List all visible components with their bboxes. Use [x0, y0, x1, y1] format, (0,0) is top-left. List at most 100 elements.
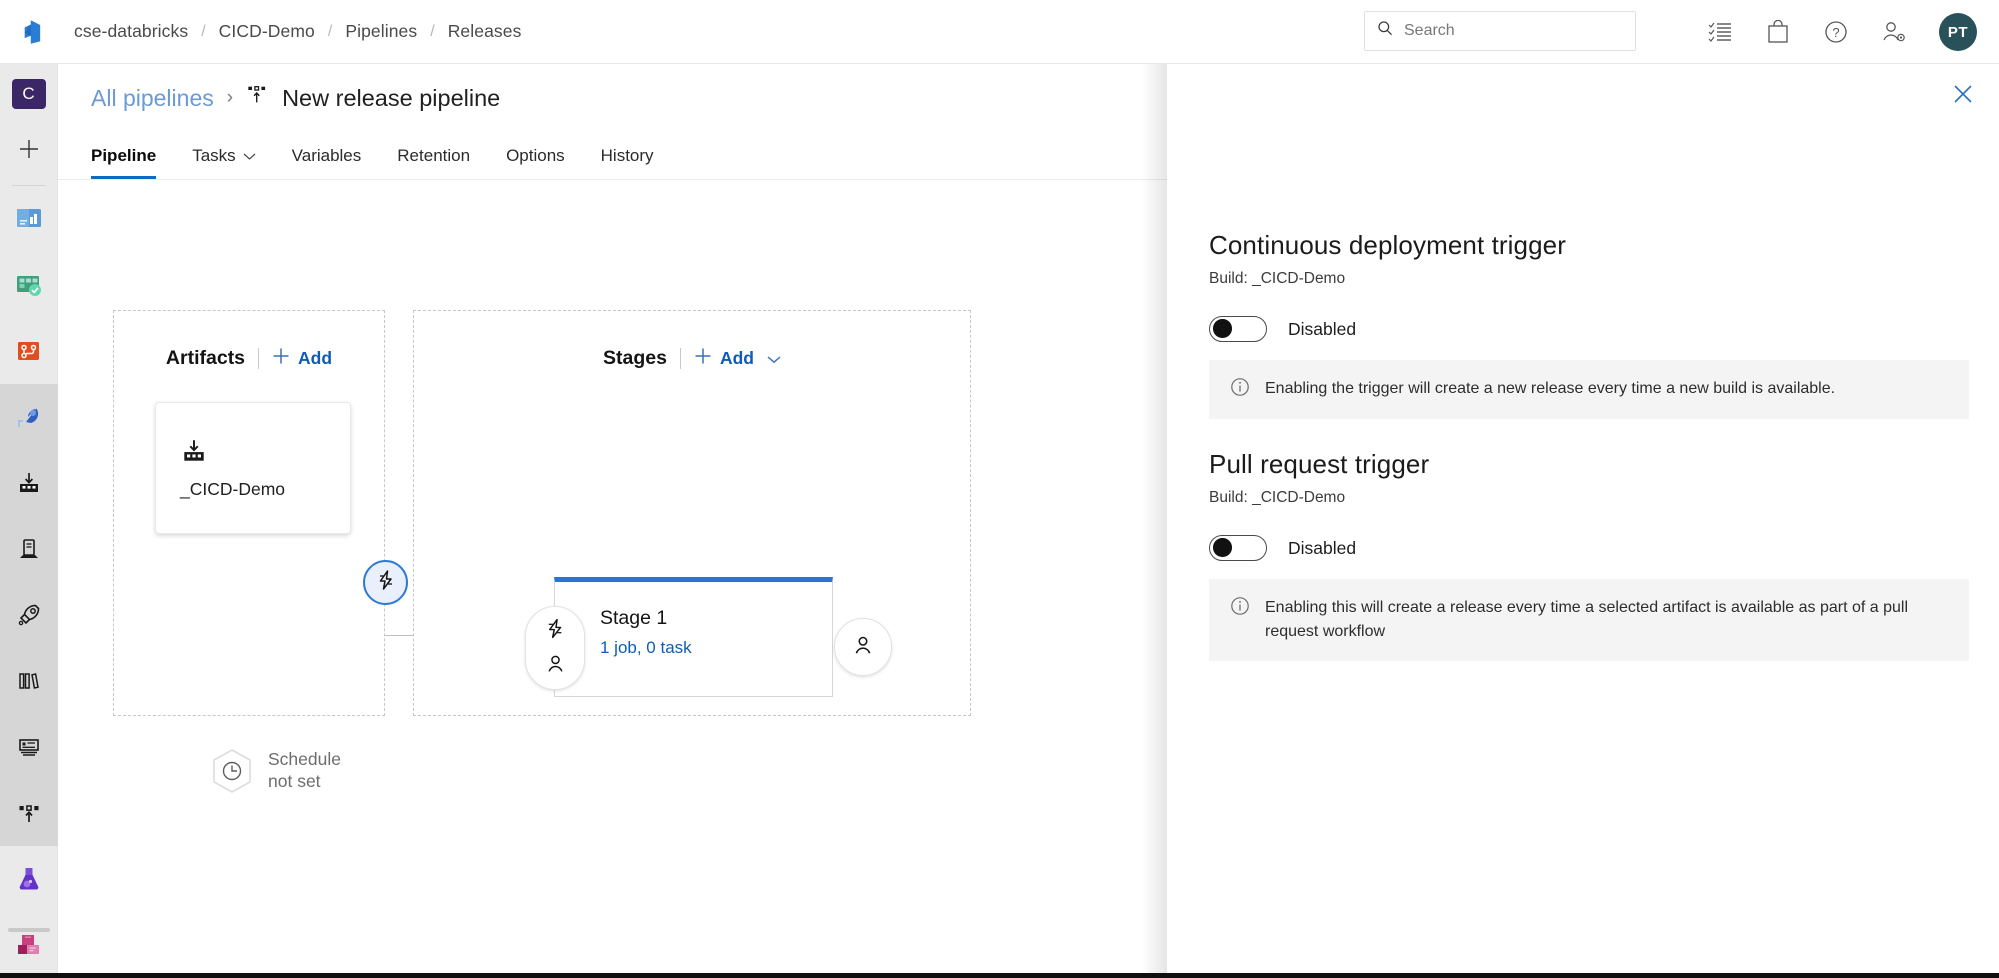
nav-group-pipelines: [0, 384, 58, 846]
sidebar-item-deployment-groups[interactable]: [0, 780, 58, 846]
schedule-line1: Schedule: [268, 749, 341, 769]
left-vertical-nav: C: [0, 64, 58, 978]
cd-trigger-toggle[interactable]: [1209, 316, 1267, 342]
app-root: cse-databricks / CICD-Demo / Pipelines /…: [0, 0, 1999, 978]
breadcrumb-project[interactable]: CICD-Demo: [219, 21, 315, 42]
pre-deployment-conditions-badge[interactable]: [525, 606, 585, 690]
environments-icon: [16, 536, 42, 562]
svg-text:?: ?: [1832, 25, 1839, 40]
sidebar-item-environments[interactable]: [0, 516, 58, 582]
test-plans-flask-icon: [14, 864, 44, 894]
trigger-flyout-panel: Continuous deployment trigger Build: _CI…: [1167, 64, 1999, 978]
chevron-down-icon: [243, 146, 256, 166]
search-box[interactable]: [1364, 11, 1636, 51]
boards-icon: [14, 271, 44, 299]
pipeline-canvas: Artifacts Add: [58, 180, 1171, 978]
tab-options-label: Options: [506, 146, 565, 166]
sidebar-item-library[interactable]: [0, 648, 58, 714]
nav-group-bottom: [0, 846, 58, 978]
breadcrumb-separator: /: [328, 23, 332, 41]
cd-trigger-toggle-label: Disabled: [1288, 319, 1356, 340]
search-icon: [1377, 20, 1394, 42]
azure-devops-logo[interactable]: [18, 15, 52, 49]
cd-trigger-subtitle: Build: _CICD-Demo: [1209, 270, 1969, 288]
tab-retention[interactable]: Retention: [379, 146, 488, 179]
plus-icon: [694, 347, 712, 370]
schedule-line2: not set: [268, 771, 321, 791]
info-circle-icon: [1230, 596, 1250, 621]
pr-trigger-info-text: Enabling this will create a release ever…: [1265, 596, 1948, 644]
continuous-deployment-trigger-section: Continuous deployment trigger Build: _CI…: [1209, 230, 1969, 419]
boards-checklist-icon[interactable]: [1707, 19, 1733, 45]
search-input[interactable]: [1404, 22, 1604, 40]
help-question-icon[interactable]: ?: [1823, 19, 1849, 45]
add-stage-button[interactable]: Add: [694, 347, 781, 370]
sidebar-item-test-plans[interactable]: [0, 846, 58, 912]
user-settings-icon[interactable]: [1881, 19, 1907, 45]
sidebar-item-artifacts-download[interactable]: [0, 450, 58, 516]
plus-icon: [272, 347, 290, 370]
stage-name: Stage 1: [600, 607, 667, 630]
cd-trigger-toggle-row: Disabled: [1209, 316, 1969, 342]
sidebar-item-artifacts[interactable]: [0, 912, 58, 978]
info-circle-icon: [1230, 377, 1250, 402]
lightning-bolt-icon: [376, 569, 396, 596]
tab-tasks-label: Tasks: [192, 146, 235, 166]
breadcrumb: cse-databricks / CICD-Demo / Pipelines /…: [74, 21, 521, 42]
page-breadcrumb: All pipelines › New release pipeline: [91, 83, 500, 113]
sidebar-item-task-groups[interactable]: [0, 714, 58, 780]
stage-card[interactable]: Stage 1 1 job, 0 task: [554, 577, 833, 697]
cd-trigger-info-text: Enabling the trigger will create a new r…: [1265, 377, 1835, 401]
person-icon: [545, 653, 566, 679]
sidebar-item-releases[interactable]: [0, 582, 58, 648]
library-icon: [16, 668, 42, 694]
pr-trigger-toggle-row: Disabled: [1209, 535, 1969, 561]
continuous-deployment-trigger-badge[interactable]: [363, 560, 408, 605]
person-icon: [852, 634, 874, 661]
add-stage-label: Add: [720, 348, 754, 369]
tab-history-label: History: [601, 146, 654, 166]
artifacts-boxes-icon: [14, 931, 44, 959]
tab-pipeline[interactable]: Pipeline: [33, 146, 174, 179]
repos-icon: [14, 337, 44, 365]
tab-variables-label: Variables: [292, 146, 362, 166]
chevron-right-icon: ›: [227, 87, 233, 109]
schedule-set-button[interactable]: Schedule not set: [211, 748, 341, 794]
tab-history[interactable]: History: [583, 146, 672, 179]
artifact-name: _CICD-Demo: [180, 479, 285, 500]
lightning-bolt-icon: [545, 618, 566, 644]
pr-trigger-toggle[interactable]: [1209, 535, 1267, 561]
pr-trigger-info-box: Enabling this will create a release ever…: [1209, 579, 1969, 661]
artifacts-heading: Artifacts: [166, 347, 245, 370]
stage-jobs-summary[interactable]: 1 job, 0 task: [600, 638, 692, 658]
breadcrumb-org[interactable]: cse-databricks: [74, 21, 188, 42]
scroll-thumb[interactable]: [8, 928, 50, 932]
sidebar-item-repos[interactable]: [0, 318, 58, 384]
cd-trigger-info-box: Enabling the trigger will create a new r…: [1209, 360, 1969, 419]
breadcrumb-pipelines[interactable]: Pipelines: [345, 21, 417, 42]
tab-variables[interactable]: Variables: [274, 146, 380, 179]
close-icon[interactable]: [1949, 80, 1977, 108]
releases-rocket-icon: [15, 601, 43, 629]
stages-heading: Stages: [603, 347, 667, 370]
artifact-card[interactable]: _CICD-Demo: [155, 402, 351, 534]
sidebar-item-boards[interactable]: [0, 252, 58, 318]
header-divider: [680, 348, 681, 369]
sidebar-item-pipelines[interactable]: [0, 384, 58, 450]
project-tile[interactable]: C: [12, 79, 46, 109]
tab-tasks[interactable]: Tasks: [174, 146, 273, 179]
pipelines-rocket-icon: [14, 402, 44, 432]
all-pipelines-link[interactable]: All pipelines: [91, 85, 214, 112]
global-topbar: cse-databricks / CICD-Demo / Pipelines /…: [0, 0, 1999, 64]
add-artifact-label: Add: [298, 348, 332, 369]
add-artifact-button[interactable]: Add: [272, 347, 332, 370]
marketplace-bag-icon[interactable]: [1765, 19, 1791, 45]
breadcrumb-releases[interactable]: Releases: [448, 21, 522, 42]
post-deployment-conditions-badge[interactable]: [834, 618, 892, 676]
pull-request-trigger-section: Pull request trigger Build: _CICD-Demo D…: [1209, 449, 1969, 661]
sidebar-item-overview[interactable]: [0, 186, 58, 252]
tab-pipeline-label: Pipeline: [91, 146, 156, 166]
tab-options[interactable]: Options: [488, 146, 583, 179]
avatar[interactable]: PT: [1939, 13, 1977, 51]
toggle-knob: [1213, 538, 1232, 557]
